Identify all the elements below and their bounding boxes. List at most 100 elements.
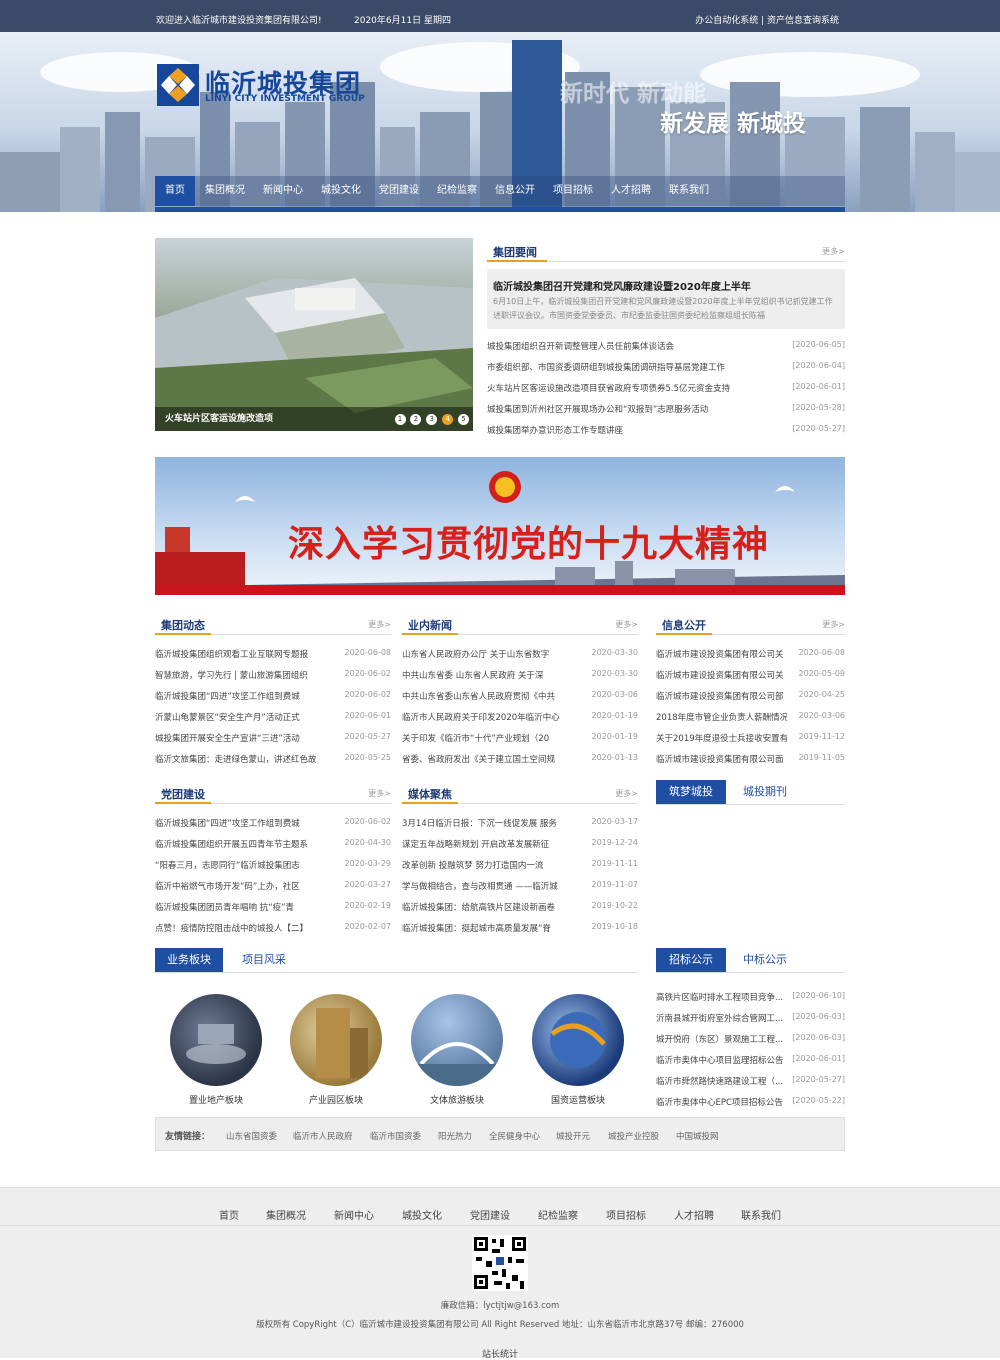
- group-dynamics-item[interactable]: 沂蒙山龟蒙景区“安全生产月”活动正式 2020-06-01: [155, 711, 391, 725]
- nav-contact[interactable]: 联系我们: [661, 176, 717, 206]
- group-dynamics-item[interactable]: 城投集团开展安全生产宣讲“三进”活动 2020-05-27: [155, 732, 391, 746]
- nav-news-center[interactable]: 新闻中心: [255, 176, 311, 206]
- party-building-item[interactable]: 临沂中裕燃气市场开发“码”上办，社区 2020-03-27: [155, 880, 391, 894]
- group-dynamics-item-title[interactable]: 城投集团开展安全生产宣讲“三进”活动: [155, 732, 333, 744]
- group-news-item[interactable]: 火车站片区客运设施改造项目获省政府专项债券5.5亿元资金支持 [2020-06-0…: [487, 382, 845, 396]
- friend-link-1[interactable]: 山东省国资委: [226, 1130, 277, 1142]
- slider-dot-3[interactable]: 3: [426, 414, 438, 425]
- friend-link-6[interactable]: 城投开元: [556, 1130, 590, 1142]
- group-dynamics-item[interactable]: 临沂文旅集团：走进绿色蒙山，讲述红色故 2020-05-25: [155, 753, 391, 767]
- party-building-item-title[interactable]: “阳春三月，志愿同行”临沂城投集团志: [155, 859, 333, 871]
- industry-news-item[interactable]: 省委、省政府发出《关于建立国土空间规 2020-01-13: [402, 753, 638, 767]
- info-disclosure-item-title[interactable]: 2018年度市管企业负责人薪酬情况: [656, 711, 787, 723]
- slider-dot-1[interactable]: 1: [394, 414, 406, 425]
- media-focus-item-title[interactable]: 临沂城投集团：给航高铁片区建设新画卷: [402, 901, 580, 913]
- info-disclosure-item[interactable]: 2018年度市管企业负责人薪酬情况 2020-03-06: [656, 711, 845, 725]
- media-focus-item-title[interactable]: 临沂城投集团：挺起城市高质量发展“脊: [402, 922, 580, 934]
- footer-nav-recruitment[interactable]: 人才招聘: [674, 1207, 714, 1222]
- info-disclosure-item[interactable]: 关于2019年度退役士兵接收安置有 2019-11-12: [656, 732, 845, 746]
- footer-nav-home[interactable]: 首页: [219, 1207, 239, 1222]
- media-focus-item[interactable]: 谋定五年战略新规划 开启改革发展新征 2019-12-24: [402, 838, 638, 852]
- party-building-more-link[interactable]: 更多>: [368, 788, 391, 799]
- bidding-item-title[interactable]: 临沂市奥体中心项目监理招标公告: [656, 1054, 787, 1066]
- tab-bid-notice[interactable]: 招标公示: [656, 948, 726, 972]
- friend-link-2[interactable]: 临沂市人民政府: [293, 1130, 353, 1142]
- industry-news-item[interactable]: 关于印发《临沂市“十代”产业规划（20 2020-01-19: [402, 732, 638, 746]
- group-dynamics-item-title[interactable]: 临沂城投集团“四进”攻坚工作组到费城: [155, 690, 333, 702]
- culture-tourism-image[interactable]: [411, 994, 503, 1086]
- party-building-item[interactable]: 点赞！疫情防控阻击战中的城投人【二】 2020-02-07: [155, 922, 391, 936]
- party-building-item[interactable]: 临沂城投集团“四进”攻坚工作组到费城 2020-06-02: [155, 817, 391, 831]
- friend-link-7[interactable]: 城投产业控股: [608, 1130, 659, 1142]
- group-dynamics-item[interactable]: 智慧旅游，学习先行 | 蒙山旅游集团组织 2020-06-02: [155, 669, 391, 683]
- party-building-item-title[interactable]: 临沂城投集团组织开展五四青年节主题系: [155, 838, 333, 850]
- footer-stats-link[interactable]: 站长统计: [0, 1347, 1000, 1360]
- nav-recruitment[interactable]: 人才招聘: [603, 176, 659, 206]
- group-news-item[interactable]: 市委组织部、市国资委调研组到城投集团调研指导基层党建工作 [2020-06-04]: [487, 361, 845, 375]
- real-estate-label[interactable]: 置业地产板块: [156, 1093, 276, 1106]
- group-dynamics-item[interactable]: 临沂城投集团“四进”攻坚工作组到费城 2020-06-02: [155, 690, 391, 704]
- group-dynamics-item-title[interactable]: 智慧旅游，学习先行 | 蒙山旅游集团组织: [155, 669, 333, 681]
- party-building-item-title[interactable]: 临沂城投集团“四进”攻坚工作组到费城: [155, 817, 333, 829]
- friend-link-8[interactable]: 中国城投网: [676, 1130, 719, 1142]
- bidding-item-title[interactable]: 临沂市奥体中心EPC项目招标公告: [656, 1096, 787, 1108]
- bidding-item-title[interactable]: 城开悦府（东区）景观施工工程...: [656, 1033, 787, 1045]
- group-dynamics-item-title[interactable]: 临沂城投集团组织观看工业互联网专题报: [155, 648, 333, 660]
- info-disclosure-item-title[interactable]: 临沂城市建设投资集团有限公司部: [656, 690, 787, 702]
- system-links[interactable]: 办公自动化系统 | 资产信息查询系统: [695, 13, 839, 26]
- group-news-item-title[interactable]: 城投集团组织召开新调整管理人员任前集体谈话会: [487, 340, 787, 352]
- group-news-item-title[interactable]: 市委组织部、市国资委调研组到城投集团调研指导基层党建工作: [487, 361, 787, 373]
- media-focus-item[interactable]: 改革创新 投融筑梦 努力打造国内一流 2019-11-11: [402, 859, 638, 873]
- state-asset-label[interactable]: 国资运营板块: [518, 1093, 638, 1106]
- bidding-item[interactable]: 临沂市奥体中心项目监理招标公告 [2020-06-01]: [656, 1054, 845, 1068]
- industry-news-item-title[interactable]: 省委、省政府发出《关于建立国土空间规: [402, 753, 580, 765]
- friend-link-3[interactable]: 临沂市国资委: [370, 1130, 421, 1142]
- bidding-item-title[interactable]: 沂南县城开街府室外综合管网工...: [656, 1012, 787, 1024]
- group-dynamics-item[interactable]: 临沂城投集团组织观看工业互联网专题报 2020-06-08: [155, 648, 391, 662]
- industrial-park-image[interactable]: [290, 994, 382, 1086]
- info-disclosure-item[interactable]: 临沂城市建设投资集团有限公司部 2020-04-25: [656, 690, 845, 704]
- info-disclosure-item-title[interactable]: 关于2019年度退役士兵接收安置有: [656, 732, 787, 744]
- info-disclosure-item-title[interactable]: 临沂城市建设投资集团有限公司关: [656, 669, 787, 681]
- industry-news-item-title[interactable]: 临沂市人民政府关于印发2020年临沂中心: [402, 711, 580, 723]
- info-disclosure-item-title[interactable]: 临沂城市建设投资集团有限公司关: [656, 648, 787, 660]
- tab-zhumeng[interactable]: 筑梦城投: [656, 780, 726, 804]
- nav-home[interactable]: 首页: [155, 176, 195, 206]
- bidding-item[interactable]: 临沂市奥体中心EPC项目招标公告 [2020-05-22]: [656, 1096, 845, 1110]
- group-news-item[interactable]: 城投集团到沂州社区开展现场办公和“双报到”志愿服务活动 [2020-05-28]: [487, 403, 845, 417]
- party-building-item-title[interactable]: 临沂中裕燃气市场开发“码”上办，社区: [155, 880, 333, 892]
- party-building-item[interactable]: 临沂城投集团团员青年唱响 抗“疫”青 2020-02-19: [155, 901, 391, 915]
- group-news-item[interactable]: 城投集团举办意识形态工作专题讲座 [2020-05-27]: [487, 424, 845, 438]
- industry-news-item-title[interactable]: 中共山东省委 山东省人民政府 关于深: [402, 669, 580, 681]
- media-focus-item-title[interactable]: 改革创新 投融筑梦 努力打造国内一流: [402, 859, 580, 871]
- group-dynamics-item-title[interactable]: 沂蒙山龟蒙景区“安全生产月”活动正式: [155, 711, 333, 723]
- footer-nav-news[interactable]: 新闻中心: [334, 1207, 374, 1222]
- media-focus-more-link[interactable]: 更多>: [615, 788, 638, 799]
- industry-news-item[interactable]: 临沂市人民政府关于印发2020年临沂中心 2020-01-19: [402, 711, 638, 725]
- industrial-park-label[interactable]: 产业园区板块: [276, 1093, 396, 1106]
- slider-dot-4[interactable]: 4: [442, 414, 454, 425]
- media-focus-item-title[interactable]: 谋定五年战略新规划 开启改革发展新征: [402, 838, 580, 850]
- nav-culture[interactable]: 城投文化: [313, 176, 369, 206]
- footer-nav-culture[interactable]: 城投文化: [402, 1207, 442, 1222]
- tab-business[interactable]: 业务板块: [155, 948, 223, 972]
- company-logo[interactable]: 临沂城投集团 LINYI CITY INVESTMENT GROUP: [157, 64, 377, 108]
- info-disclosure-more-link[interactable]: 更多>: [822, 619, 845, 630]
- info-disclosure-item[interactable]: 临沂城市建设投资集团有限公司关 2020-06-08: [656, 648, 845, 662]
- media-focus-item[interactable]: 临沂城投集团：给航高铁片区建设新画卷 2019-10-22: [402, 901, 638, 915]
- slider-dot-2[interactable]: 2: [410, 414, 422, 425]
- info-disclosure-item[interactable]: 临沂城市建设投资集团有限公司关 2020-05-09: [656, 669, 845, 683]
- tab-award-notice[interactable]: 中标公示: [728, 948, 802, 972]
- group-news-more-link[interactable]: 更多>: [822, 246, 845, 257]
- tab-project-showcase[interactable]: 项目风采: [227, 948, 301, 972]
- bidding-item[interactable]: 临沂市舜然路快速路建设工程（... [2020-05-27]: [656, 1075, 845, 1089]
- party-building-item-title[interactable]: 临沂城投集团团员青年唱响 抗“疫”青: [155, 901, 333, 913]
- media-focus-item[interactable]: 临沂城投集团：挺起城市高质量发展“脊 2019-10-18: [402, 922, 638, 936]
- group-dynamics-more-link[interactable]: 更多>: [368, 619, 391, 630]
- nav-info-disclosure[interactable]: 信息公开: [487, 176, 543, 206]
- info-disclosure-item[interactable]: 临沂城市建设投资集团有限公司面 2019-11-05: [656, 753, 845, 767]
- party-building-item[interactable]: “阳春三月，志愿同行”临沂城投集团志 2020-03-29: [155, 859, 391, 873]
- bidding-item-title[interactable]: 高铁片区临时排水工程项目竞争...: [656, 991, 787, 1003]
- nav-group-overview[interactable]: 集团概况: [197, 176, 253, 206]
- state-asset-image[interactable]: [532, 994, 624, 1086]
